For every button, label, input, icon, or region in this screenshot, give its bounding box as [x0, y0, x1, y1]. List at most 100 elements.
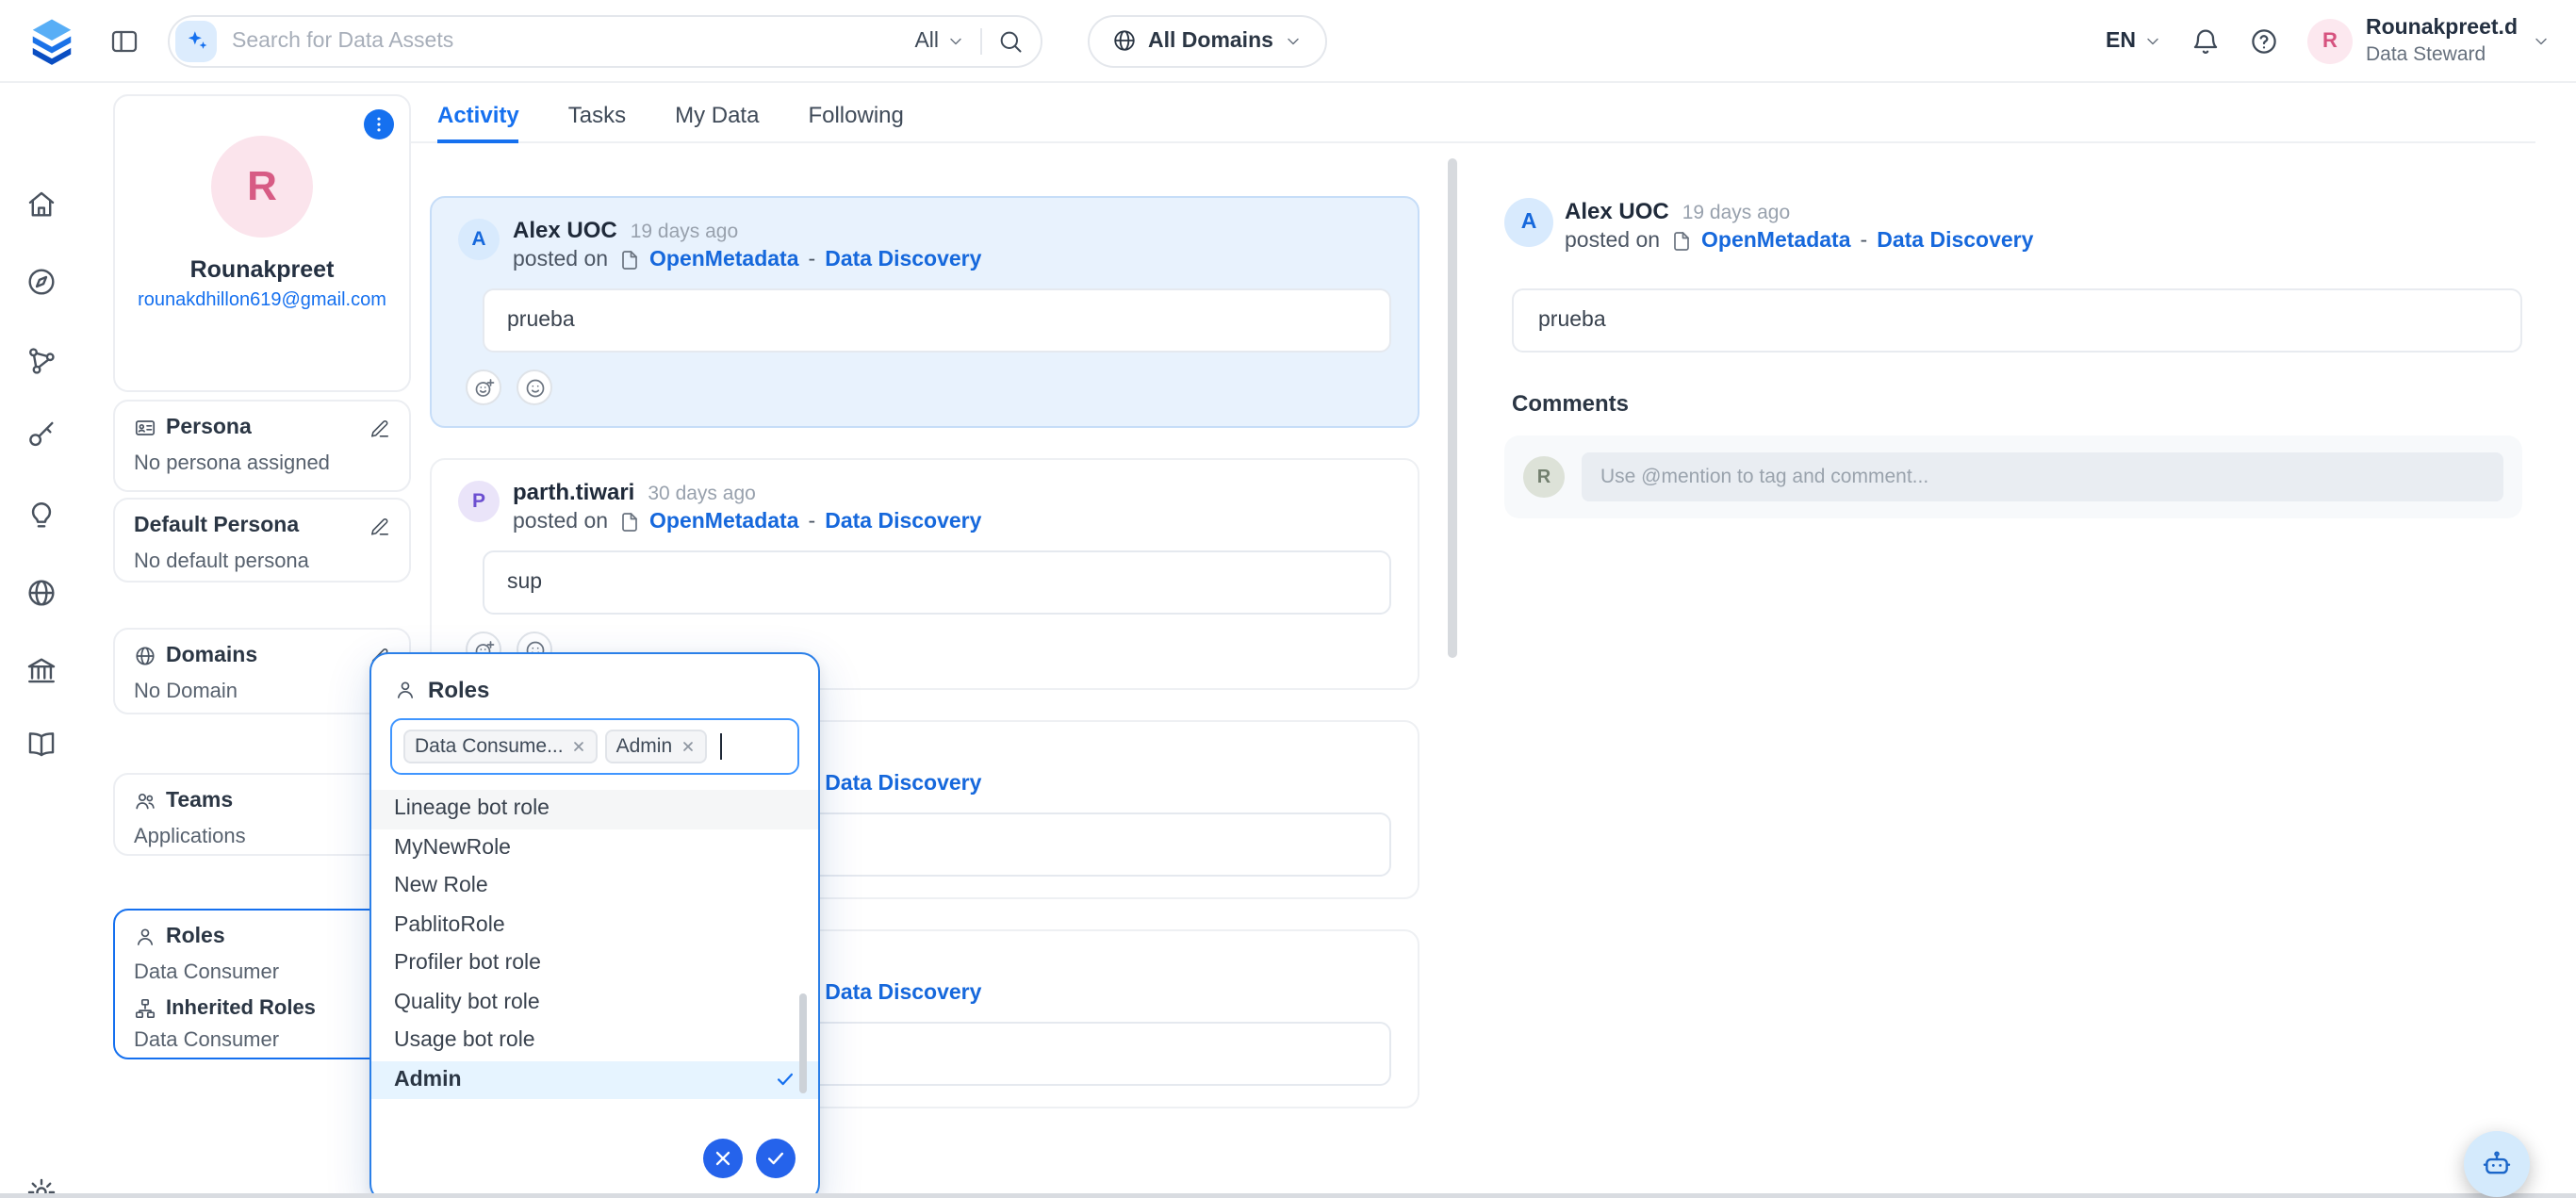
feed-author[interactable]: parth.tiwari: [513, 479, 634, 505]
notifications-bell-icon[interactable]: [2190, 25, 2221, 56]
horizontal-scrollbar[interactable]: [0, 1192, 2576, 1198]
feed-action: posted on: [513, 510, 608, 533]
persona-card: Persona No persona assigned: [113, 400, 411, 492]
search-input[interactable]: [232, 29, 899, 52]
teams-value[interactable]: Applications: [134, 826, 390, 848]
roles-value[interactable]: Data Consumer: [134, 961, 390, 984]
document-icon: [617, 248, 640, 271]
tab-activity[interactable]: Activity: [437, 94, 519, 141]
insights-icon[interactable]: [25, 500, 57, 532]
cancel-roles-button[interactable]: [703, 1139, 743, 1178]
role-option[interactable]: Profiler bot role: [371, 944, 818, 983]
persona-title: Persona: [166, 417, 252, 439]
comment-avatar: R: [1523, 456, 1565, 498]
persona-value: No persona assigned: [134, 452, 390, 475]
feed-timestamp: 19 days ago: [631, 221, 738, 243]
app-root: All All Domains EN: [0, 0, 2576, 1198]
feed-author[interactable]: Alex UOC: [513, 217, 617, 243]
entity-child-link[interactable]: Data Discovery: [825, 248, 981, 271]
tab-following[interactable]: Following: [808, 94, 903, 141]
remove-chip-icon[interactable]: [571, 739, 586, 754]
globe-icon: [1112, 28, 1137, 53]
ai-sparkle-icon[interactable]: [175, 20, 217, 61]
entity-child-link[interactable]: Data Discovery: [825, 772, 981, 795]
search-scope-dropdown[interactable]: All: [914, 29, 965, 52]
domains-filter-dropdown[interactable]: All Domains: [1088, 14, 1328, 67]
role-option[interactable]: Lineage bot role: [371, 790, 818, 829]
roles-person-icon: [134, 926, 156, 948]
domains-title: Domains: [166, 645, 257, 667]
feed-avatar: A: [458, 219, 500, 260]
entity-link[interactable]: OpenMetadata: [1701, 229, 1851, 252]
separator: -: [809, 248, 816, 271]
profile-avatar: R: [211, 136, 313, 238]
inherited-roles-icon: [134, 997, 156, 1020]
role-option[interactable]: MyNewRole: [371, 829, 818, 867]
feed-avatar: P: [458, 481, 500, 522]
remove-chip-icon[interactable]: [680, 739, 695, 754]
entity-link[interactable]: OpenMetadata: [649, 248, 799, 271]
roles-multiselect-input[interactable]: Data Consume... Admin: [390, 718, 799, 775]
edit-persona-button[interactable]: [369, 418, 390, 438]
detail-avatar: A: [1504, 198, 1553, 247]
role-option[interactable]: Quality bot role: [371, 983, 818, 1022]
govern-icon[interactable]: [25, 654, 57, 686]
domains-filter-value: All Domains: [1148, 29, 1273, 52]
profile-more-button[interactable]: [364, 109, 394, 139]
domains-globe-icon: [134, 645, 156, 667]
profile-identity-card: R Rounakpreet rounakdhillon619@gmail.com: [113, 94, 411, 392]
openmetadata-logo[interactable]: [26, 15, 77, 66]
role-option-label: Admin: [394, 1069, 462, 1091]
inherited-roles-title: Inherited Roles: [166, 997, 316, 1020]
role-option[interactable]: New Role: [371, 867, 818, 906]
detail-message: prueba: [1512, 288, 2522, 353]
profile-email-link[interactable]: rounakdhillon619@gmail.com: [134, 288, 390, 315]
explore-icon[interactable]: [25, 266, 57, 298]
comment-input[interactable]: [1582, 452, 2503, 501]
role-option[interactable]: Usage bot role: [371, 1022, 818, 1060]
entity-child-link[interactable]: Data Discovery: [825, 510, 981, 533]
language-dropdown[interactable]: EN: [2106, 29, 2162, 52]
security-key-icon[interactable]: [25, 418, 57, 451]
detail-timestamp: 19 days ago: [1682, 202, 1790, 224]
profile-name: Rounakpreet: [134, 256, 390, 283]
search-scope-value: All: [914, 29, 939, 52]
tab-my-data[interactable]: My Data: [675, 94, 759, 141]
detail-action: posted on: [1565, 229, 1660, 252]
add-reaction-button[interactable]: [466, 369, 501, 405]
help-icon[interactable]: [2249, 25, 2279, 56]
entity-link[interactable]: OpenMetadata: [649, 510, 799, 533]
role-option[interactable]: PablitoRole: [371, 906, 818, 944]
domains-value: No Domain: [134, 681, 390, 703]
feed-timestamp: 30 days ago: [648, 483, 755, 505]
selected-role-chip: Data Consume...: [403, 730, 598, 763]
confirm-roles-button[interactable]: [756, 1139, 796, 1178]
roles-title: Roles: [166, 926, 225, 948]
user-menu[interactable]: R Rounakpreet.d Data Steward: [2307, 16, 2550, 66]
edit-default-persona-button[interactable]: [369, 516, 390, 536]
tab-tasks[interactable]: Tasks: [568, 94, 626, 141]
feed-scrollbar[interactable]: [1448, 158, 1457, 658]
search-icon[interactable]: [997, 27, 1024, 54]
separator: -: [1861, 229, 1868, 252]
detail-author[interactable]: Alex UOC: [1565, 198, 1669, 224]
glossary-icon[interactable]: [25, 728, 57, 760]
emoji-button[interactable]: [517, 369, 552, 405]
role-option-selected[interactable]: Admin: [371, 1060, 818, 1099]
popover-scrollbar[interactable]: [799, 993, 807, 1093]
feed-action: posted on: [513, 248, 608, 271]
entity-child-link[interactable]: Data Discovery: [1877, 229, 2033, 252]
roles-edit-popover: Roles Data Consume... Admin Lineage bot …: [369, 652, 820, 1198]
feed-card-selected[interactable]: A Alex UOC 19 days ago posted on OpenMet…: [430, 196, 1419, 428]
domains-icon[interactable]: [25, 577, 57, 609]
inherited-roles-value[interactable]: Data Consumer: [134, 1029, 390, 1052]
lineage-icon[interactable]: [25, 345, 57, 377]
global-search-bar[interactable]: All: [168, 14, 1042, 67]
sidebar-toggle-icon[interactable]: [109, 25, 139, 56]
user-name: Rounakpreet.d: [2366, 16, 2518, 43]
home-icon[interactable]: [25, 189, 57, 221]
entity-child-link[interactable]: Data Discovery: [825, 981, 981, 1004]
persona-icon: [134, 417, 156, 439]
chat-assistant-fab[interactable]: [2464, 1131, 2530, 1197]
default-persona-value: No default persona: [134, 550, 390, 573]
